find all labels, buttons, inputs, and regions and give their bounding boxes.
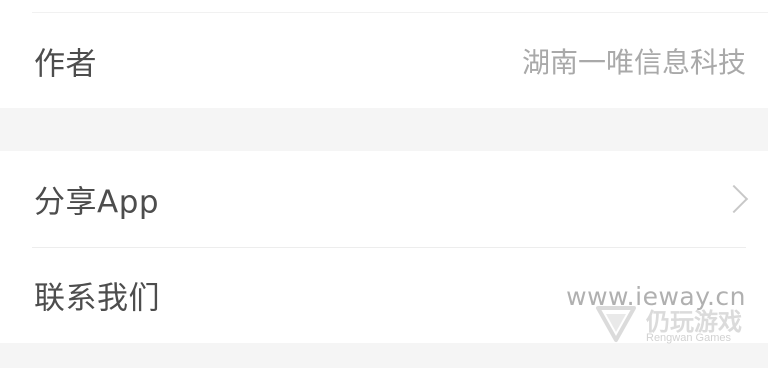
author-row: 作者 湖南一唯信息科技 [0, 14, 768, 108]
about-group: 作者 湖南一唯信息科技 [0, 0, 768, 108]
author-label: 作者 [34, 46, 97, 83]
settings-screen: 作者 湖南一唯信息科技 分享App 联系我们 www.ieway.cn 仍玩游戏… [0, 0, 768, 368]
top-divider [32, 12, 768, 13]
watermark-brand-en: Rengwan Games [646, 332, 731, 344]
author-value: 湖南一唯信息科技 [521, 46, 746, 79]
watermark-logo-icon [596, 306, 636, 342]
share-app-row[interactable]: 分享App [0, 151, 768, 248]
contact-us-label: 联系我们 [34, 280, 160, 317]
chevron-right-icon [719, 184, 749, 214]
share-app-label: 分享App [34, 184, 160, 221]
